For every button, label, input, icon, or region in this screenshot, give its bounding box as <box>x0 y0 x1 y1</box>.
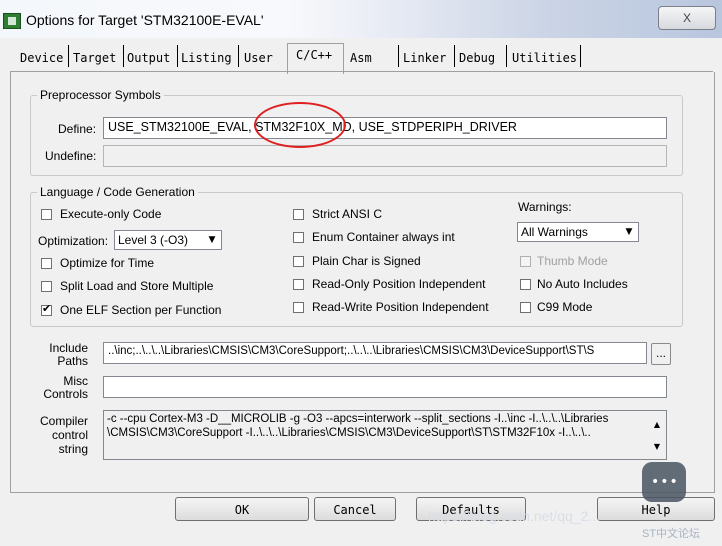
optimization-value: Level 3 (-O3) <box>118 233 189 247</box>
tab-utilities[interactable]: Utilities <box>512 47 577 69</box>
watermark-url: https://blog.csdn.net/qq_2... <box>428 508 601 524</box>
optimize-time-label: Optimize for Time <box>60 256 155 270</box>
tab-separator <box>580 45 581 67</box>
optimization-select[interactable]: Level 3 (-O3) ▼ <box>114 230 222 250</box>
one-elf-checkbox[interactable] <box>41 302 52 316</box>
tab-listing[interactable]: Listing <box>181 47 232 69</box>
optimization-label: Optimization: <box>38 234 109 248</box>
enum-container-checkbox[interactable] <box>293 232 304 243</box>
tab-device[interactable]: Device <box>20 47 63 69</box>
include-paths-input[interactable]: ..\inc;..\..\..\Libraries\CMSIS\CM3\Core… <box>103 342 647 364</box>
tab-separator <box>238 45 239 67</box>
tab-separator <box>68 45 69 67</box>
misc-controls-label: Misc Controls <box>43 374 88 401</box>
chat-bubble-icon <box>642 462 686 502</box>
compiler-control-textarea: -c --cpu Cortex-M3 -D__MICROLIB -g -O3 -… <box>103 410 667 460</box>
misc-controls-input[interactable] <box>103 376 667 398</box>
include-paths-browse-button[interactable]: ... <box>651 343 671 365</box>
chevron-down-icon: ▼ <box>208 235 216 245</box>
undefine-input[interactable] <box>103 145 667 167</box>
define-input[interactable]: USE_STM32100E_EVAL, STM32F10X_MD, USE_ST… <box>103 117 667 139</box>
tab-output[interactable]: Output <box>127 47 170 69</box>
plain-char-checkbox[interactable] <box>293 256 304 267</box>
close-button[interactable]: X <box>658 6 716 30</box>
tab-target[interactable]: Target <box>73 47 116 69</box>
scroll-down-icon[interactable]: ▼ <box>649 440 665 454</box>
rwpi-checkbox[interactable] <box>293 302 304 313</box>
tab-cpp[interactable]: C/C++ <box>296 44 332 66</box>
split-load-label: Split Load and Store Multiple <box>60 279 214 293</box>
warnings-label: Warnings: <box>518 200 572 214</box>
chevron-down-icon: ▼ <box>625 227 633 237</box>
tab-separator <box>398 45 399 67</box>
ropi-label: Read-Only Position Independent <box>312 277 486 291</box>
thumb-mode-checkbox[interactable] <box>520 256 531 267</box>
warnings-value: All Warnings <box>521 225 588 239</box>
app-icon <box>3 13 21 29</box>
tab-separator <box>506 45 507 67</box>
enum-container-label: Enum Container always int <box>312 230 455 244</box>
thumb-mode-label: Thumb Mode <box>537 254 608 268</box>
plain-char-label: Plain Char is Signed <box>312 254 421 268</box>
execute-only-checkbox[interactable] <box>41 209 52 220</box>
ropi-checkbox[interactable] <box>293 279 304 290</box>
compiler-scrollbar[interactable]: ▲ ▼ <box>649 412 665 458</box>
tab-separator <box>454 45 455 67</box>
strict-ansi-checkbox[interactable] <box>293 209 304 220</box>
include-paths-label: Include Paths <box>49 341 88 368</box>
c99-mode-label: C99 Mode <box>537 300 593 314</box>
c99-mode-checkbox[interactable] <box>520 302 531 313</box>
execute-only-label: Execute-only Code <box>60 207 162 221</box>
undefine-label: Undefine: <box>45 149 97 163</box>
one-elf-label: One ELF Section per Function <box>60 303 222 317</box>
define-label: Define: <box>58 122 97 136</box>
rwpi-label: Read-Write Position Independent <box>312 300 489 314</box>
red-annotation-circle <box>254 102 346 148</box>
warnings-select[interactable]: All Warnings ▼ <box>517 222 639 242</box>
ok-button[interactable]: OK <box>175 497 309 521</box>
watermark-site: ST中文论坛 <box>642 528 701 540</box>
tab-linker[interactable]: Linker <box>403 47 446 69</box>
scroll-up-icon[interactable]: ▲ <box>649 418 665 432</box>
compiler-line-2: \CMSIS\CM3\CoreSupport -I..\..\..\Librar… <box>107 427 591 439</box>
tab-separator <box>123 45 124 67</box>
no-auto-includes-label: No Auto Includes <box>537 277 628 291</box>
tab-asm[interactable]: Asm <box>350 47 372 69</box>
compiler-line-1: -c --cpu Cortex-M3 -D__MICROLIB -g -O3 -… <box>107 413 609 425</box>
window-title: Options for Target 'STM32100E-EVAL' <box>26 12 264 28</box>
language-legend: Language / Code Generation <box>40 185 195 199</box>
strict-ansi-label: Strict ANSI C <box>312 207 383 221</box>
split-load-checkbox[interactable] <box>41 281 52 292</box>
no-auto-includes-checkbox[interactable] <box>520 279 531 290</box>
tab-debug[interactable]: Debug <box>459 47 495 69</box>
compiler-control-label: Compiler control string <box>39 414 88 456</box>
optimize-time-checkbox[interactable] <box>41 258 52 269</box>
cancel-button[interactable]: Cancel <box>314 497 396 521</box>
tab-user[interactable]: User <box>244 47 273 69</box>
preprocessor-legend: Preprocessor Symbols <box>40 88 161 102</box>
tab-separator <box>177 45 178 67</box>
